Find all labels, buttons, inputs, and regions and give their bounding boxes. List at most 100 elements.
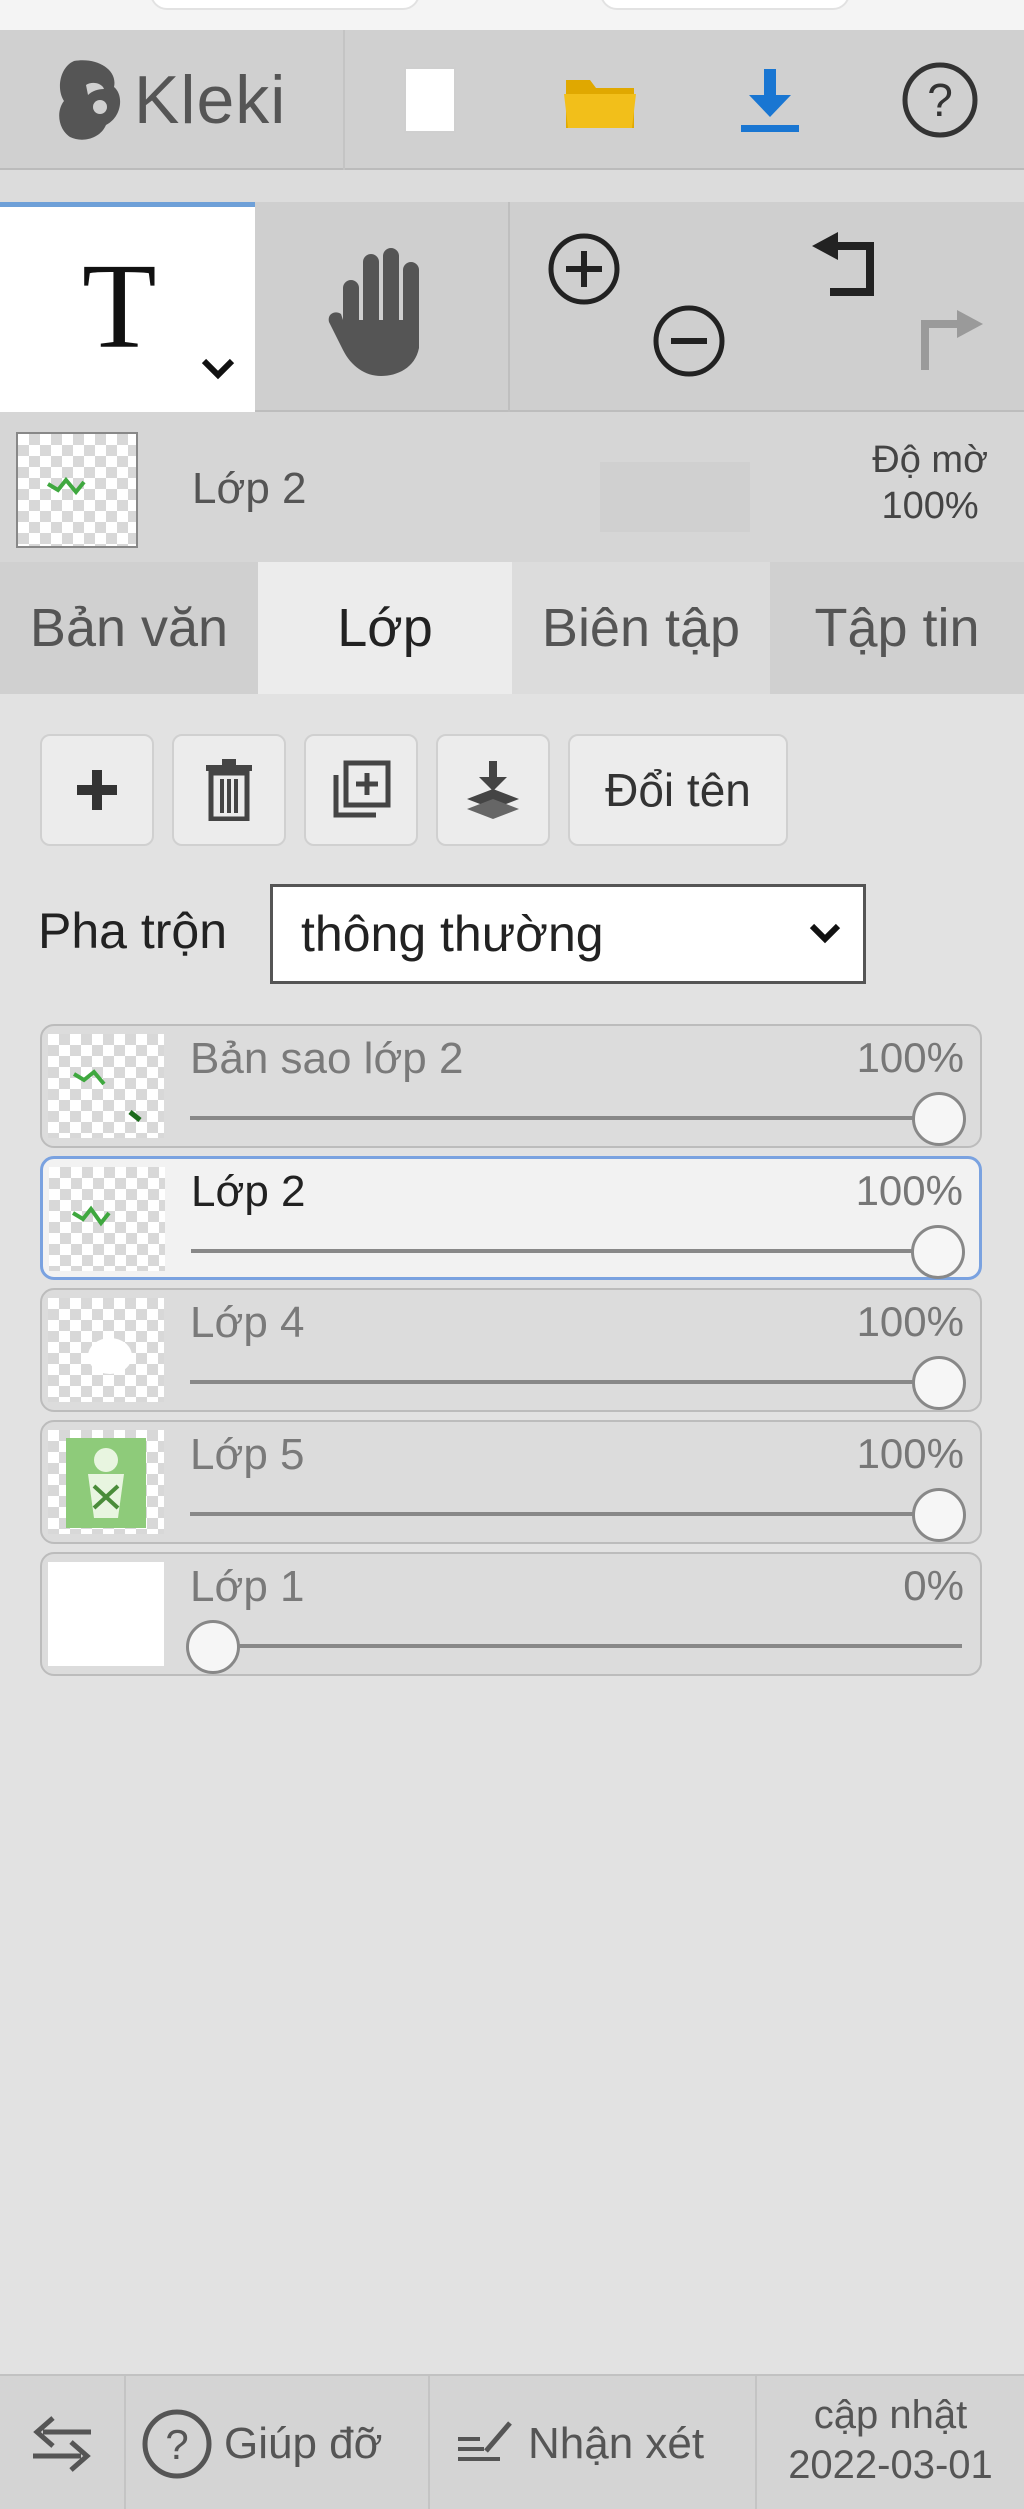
open-file-button[interactable]	[515, 30, 685, 170]
layer-row[interactable]: Bản sao lớp 2 100%	[40, 1024, 982, 1148]
app-logo[interactable]: Kleki	[0, 30, 345, 170]
opacity-slider-knob[interactable]	[186, 1620, 240, 1674]
blend-mode-select[interactable]: thông thường	[270, 884, 866, 984]
layer-opacity: 100%	[855, 1167, 963, 1214]
update-info[interactable]: cập nhật 2022-03-01	[757, 2376, 1024, 2509]
svg-text:?: ?	[927, 74, 953, 126]
layer-content-preview	[72, 1069, 142, 1122]
layer-row[interactable]: Lớp 5 100%	[40, 1420, 982, 1544]
layer-name: Lớp 1	[190, 1562, 305, 1611]
opacity-slider-knob[interactable]	[912, 1488, 966, 1542]
layer-content-preview	[71, 1205, 111, 1227]
opacity-slider-track[interactable]	[190, 1512, 962, 1516]
merge-down-icon	[467, 761, 519, 819]
duplicate-layer-button[interactable]	[304, 734, 418, 846]
tab-file[interactable]: Tập tin	[770, 562, 1024, 694]
footer-bar: ? Giúp đỡ Nhận xét cập nhật 2022-03-01	[0, 2374, 1024, 2509]
hand-icon	[328, 248, 419, 376]
blend-mode-value: thông thường	[301, 906, 604, 962]
help-button[interactable]: ?	[855, 30, 1024, 170]
current-layer-info: Lớp 2 Độ mờ 100%	[0, 412, 1024, 562]
top-strip	[0, 0, 1024, 30]
feedback-pen-icon	[458, 2420, 512, 2461]
layer-name: Lớp 2	[191, 1167, 306, 1216]
swap-button[interactable]	[0, 2376, 126, 2509]
layer-opacity: 100%	[856, 1430, 964, 1477]
help-link[interactable]: ? Giúp đỡ	[126, 2376, 430, 2509]
feedback-link[interactable]: Nhận xét	[430, 2376, 757, 2509]
duplicate-icon	[333, 760, 391, 818]
layer-name: Lớp 4	[190, 1298, 305, 1347]
tab-layers[interactable]: Lớp	[258, 562, 512, 694]
merge-down-button[interactable]	[436, 734, 550, 846]
layer-content-preview	[46, 476, 86, 496]
opacity-slider-track[interactable]	[190, 1380, 962, 1384]
opacity-label: Độ mờ	[872, 439, 988, 481]
layer-content-preview	[88, 1338, 132, 1374]
layer-opacity: 100%	[856, 1298, 964, 1345]
swap-arrows-icon	[33, 2415, 91, 2472]
layer-thumbnail	[48, 1298, 164, 1402]
help-circle-icon: ?	[902, 62, 978, 138]
help-circle-icon: ?	[142, 2409, 212, 2478]
layer-name: Lớp 5	[190, 1430, 305, 1479]
top-strip-pill	[600, 0, 850, 10]
layer-thumbnail	[48, 1562, 164, 1666]
delete-layer-button[interactable]	[172, 734, 286, 846]
layer-thumbnail	[48, 1430, 164, 1534]
rename-layer-button[interactable]: Đổi tên	[568, 734, 788, 846]
folder-icon	[564, 80, 636, 128]
new-image-button[interactable]	[345, 30, 515, 170]
plus-icon	[77, 770, 117, 810]
layer-row-selected[interactable]: Lớp 2 100%	[40, 1156, 982, 1280]
chevron-down-icon	[809, 923, 841, 944]
opacity-slider-track[interactable]	[190, 1644, 962, 1648]
help-label: Giúp đỡ	[224, 2418, 383, 2468]
opacity-slider-knob[interactable]	[912, 1092, 966, 1146]
svg-text:?: ?	[165, 2421, 188, 2468]
opacity-value: 100%	[881, 485, 979, 527]
save-download-button[interactable]	[685, 30, 855, 170]
app-header: Kleki ?	[0, 30, 1024, 170]
update-date: 2022-03-01	[788, 2443, 993, 2487]
chevron-down-icon[interactable]	[200, 357, 236, 381]
tab-edit[interactable]: Biên tập	[512, 562, 770, 694]
new-file-icon	[404, 67, 456, 133]
layer-content-preview	[66, 1438, 146, 1528]
opacity-slider-knob[interactable]	[911, 1225, 965, 1279]
current-layer-thumbnail	[16, 432, 138, 548]
opacity-slider-track[interactable]	[191, 1249, 961, 1253]
undo-icon[interactable]	[810, 232, 890, 312]
layer-thumbnail	[49, 1167, 165, 1271]
layer-row[interactable]: Lớp 1 0%	[40, 1552, 982, 1676]
opacity-slider-track[interactable]	[190, 1116, 962, 1120]
top-strip-pill	[150, 0, 420, 10]
text-tool-icon: T	[82, 239, 157, 374]
hand-tool-button[interactable]	[255, 202, 510, 412]
kleki-logo-icon	[59, 60, 121, 140]
ghost-slider	[600, 462, 750, 532]
redo-icon[interactable]	[905, 302, 985, 382]
tab-text[interactable]: Bản văn	[0, 562, 258, 694]
layers-panel: Đổi tên Pha trộn thông thường Bản sao lớ…	[0, 694, 1024, 2374]
tool-row: T	[0, 202, 1024, 412]
layer-opacity: 100%	[856, 1034, 964, 1081]
layer-row[interactable]: Lớp 4 100%	[40, 1288, 982, 1412]
layer-name: Bản sao lớp 2	[190, 1034, 464, 1083]
add-layer-button[interactable]	[40, 734, 154, 846]
download-icon	[741, 69, 799, 132]
opacity-slider-knob[interactable]	[912, 1356, 966, 1410]
layer-opacity-readout: Độ mờ 100%	[872, 437, 988, 529]
panel-tabs: Bản văn Lớp Biên tập Tập tin	[0, 562, 1024, 694]
feedback-label: Nhận xét	[528, 2418, 705, 2468]
zoom-out-icon[interactable]	[650, 302, 728, 380]
trash-icon	[206, 759, 252, 821]
app-name: Kleki	[134, 62, 287, 138]
update-label: cập nhật	[813, 2393, 968, 2437]
zoom-in-icon[interactable]	[545, 230, 623, 308]
layer-thumbnail	[48, 1034, 164, 1138]
current-layer-name: Lớp 2	[192, 464, 307, 513]
blend-mode-label: Pha trộn	[38, 903, 228, 959]
text-tool-button[interactable]: T	[0, 202, 255, 412]
layer-opacity: 0%	[903, 1562, 964, 1609]
